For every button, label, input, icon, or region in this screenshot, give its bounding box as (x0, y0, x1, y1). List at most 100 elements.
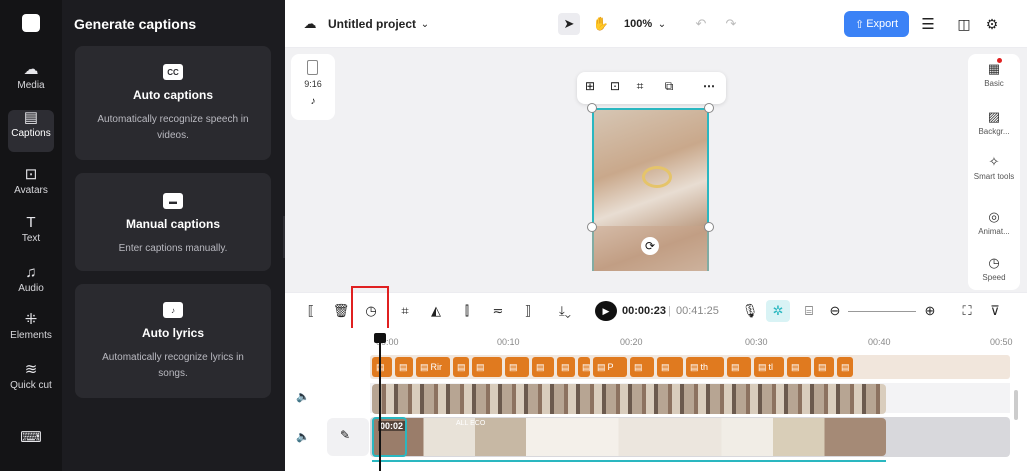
caption-clip[interactable]: ▤ (630, 357, 654, 377)
select-tool-icon[interactable]: ➤ (558, 13, 580, 35)
resize-handle[interactable] (704, 103, 714, 113)
track-audio-icon[interactable]: 🔈 (296, 390, 310, 403)
right-panel-basic[interactable]: ▦ Basic (968, 62, 1020, 89)
caption-clip-icon: ▤ (791, 361, 800, 372)
auto-lyrics-card[interactable]: ♪ Auto lyrics Automatically recognize ly… (75, 284, 271, 398)
right-panel-background[interactable]: ▨ Backgr... (968, 110, 1020, 137)
more-icon[interactable]: ⋯ (698, 79, 720, 97)
time-separator: | (668, 305, 671, 317)
rotate-icon[interactable]: ⟳ (641, 237, 659, 255)
cloud-icon[interactable]: ☁ (300, 14, 320, 34)
rail-item-quick-cut[interactable]: ≋ Quick cut (0, 362, 62, 404)
settings-icon[interactable]: ⚙ (982, 14, 1002, 34)
playhead[interactable] (379, 340, 381, 471)
highlight-box (351, 286, 389, 331)
arrange-icon[interactable]: ⧉ (655, 79, 683, 97)
caption-clip[interactable]: ▤ (787, 357, 811, 377)
delete-icon[interactable]: 🗑 (330, 301, 352, 321)
caption-clip[interactable]: ▤ th (686, 357, 724, 377)
rail-item-avatars[interactable]: ⊡ Avatars (0, 167, 62, 199)
card-title: Manual captions (125, 217, 220, 231)
main-track-audio-icon[interactable]: 🔈 (296, 430, 310, 443)
play-icon[interactable]: ▶ (595, 301, 617, 321)
aspect-ratio-card[interactable]: 9:16 ♪ (291, 54, 335, 120)
playhead-handle[interactable] (374, 333, 386, 343)
caption-clip-icon: ▤ (690, 361, 699, 372)
rail-item-media[interactable]: ☁ Media (0, 62, 62, 94)
right-panel-smart-tools[interactable]: ✧ Smart tools (968, 155, 1020, 182)
overlay-video-clip[interactable] (372, 384, 886, 414)
hand-tool-icon[interactable]: ✋ (590, 13, 612, 35)
rail-item-text[interactable]: T Text (0, 215, 62, 247)
microphone-icon[interactable]: 🎙 (740, 301, 760, 321)
freeze-icon[interactable]: ⫿ (456, 301, 478, 321)
chevron-down-icon[interactable]: ⌄ (418, 14, 432, 34)
caption-clip[interactable]: ▤ (837, 357, 853, 377)
caption-clip-icon: ▤ (509, 361, 518, 372)
captions-toggle-icon[interactable]: ⊽ (986, 301, 1004, 321)
caption-clip[interactable]: ▤ (505, 357, 529, 377)
caption-clip[interactable]: ▤ (727, 357, 751, 377)
caption-clip-icon: ▤ (476, 361, 485, 372)
replace-icon[interactable]: ⊞ (580, 79, 600, 97)
right-panel-speed[interactable]: ◷ Speed (968, 256, 1020, 283)
undo-icon[interactable]: ↶ (692, 14, 710, 34)
current-time: 00:00:23 (622, 305, 667, 317)
right-panel-animation[interactable]: ◎ Animat... (968, 210, 1020, 237)
redo-icon[interactable]: ↷ (722, 14, 740, 34)
main-video-clip[interactable] (372, 418, 886, 456)
link-icon[interactable]: ⌸ (798, 301, 820, 321)
resize-handle[interactable] (587, 222, 597, 232)
app-logo[interactable] (22, 14, 40, 32)
fullscreen-icon[interactable]: ⛶ (958, 301, 976, 321)
panel-toggle-icon[interactable]: ◫ (954, 14, 974, 34)
crop-icon[interactable]: ⌗ (630, 79, 650, 97)
rail-item-keyboard[interactable]: ⌨ (0, 430, 62, 452)
caption-clip-icon: ▤ (661, 361, 670, 372)
manual-captions-card[interactable]: ▬ Manual captions Enter captions manuall… (75, 173, 271, 271)
animation-icon: ◎ (988, 209, 1000, 224)
elements-icon: ⁜ (24, 311, 38, 328)
timeline-scrollbar[interactable] (1014, 390, 1018, 420)
caption-clip[interactable]: ▤ (532, 357, 554, 377)
ruler[interactable] (374, 332, 1014, 348)
download-icon[interactable]: ⤓⌄ (550, 301, 580, 321)
zoom-out-icon[interactable]: ⊖ (826, 301, 844, 321)
zoom-level[interactable]: 100% (624, 14, 652, 34)
layers-icon[interactable]: ☰ (918, 14, 938, 34)
panel-title: Generate captions (74, 16, 197, 32)
caption-clip[interactable]: ▤ (657, 357, 683, 377)
caption-clip[interactable]: ▤ (578, 357, 590, 377)
rail-item-label: Audio (18, 283, 44, 294)
caption-clip[interactable]: ▤ (395, 357, 413, 377)
split-icon[interactable]: ⟦ (300, 301, 322, 321)
caption-clip[interactable]: ▤ (814, 357, 834, 377)
caption-clip[interactable]: ▤ (472, 357, 502, 377)
crop-tool-icon[interactable]: ⌗ (394, 301, 416, 321)
trim-icon[interactable]: ⟧ (517, 301, 539, 321)
audio-split-icon[interactable]: ≂ (487, 301, 509, 321)
caption-clip[interactable]: ▤ (372, 357, 392, 377)
mask-icon[interactable]: ⊡ (605, 79, 625, 97)
caption-clip[interactable]: ▤ P (593, 357, 627, 377)
caption-clip[interactable]: ▤ (453, 357, 469, 377)
caption-clip[interactable]: ▤ Rir (416, 357, 450, 377)
auto-captions-card[interactable]: CC Auto captions Automatically recognize… (75, 46, 271, 160)
rail-item-captions[interactable]: ▤ Captions (8, 110, 54, 152)
caption-clip-icon: ▤ (758, 361, 767, 372)
caption-clip[interactable]: ▤ tl (754, 357, 784, 377)
media-icon: ☁ (23, 61, 39, 78)
project-name[interactable]: Untitled project (328, 14, 416, 34)
resize-handle[interactable] (587, 103, 597, 113)
rail-item-audio[interactable]: ♫ Audio (0, 265, 62, 297)
caption-clip[interactable]: ▤ (557, 357, 575, 377)
zoom-in-icon[interactable]: ⊕ (921, 301, 939, 321)
rail-item-elements[interactable]: ⁜ Elements (0, 312, 62, 344)
magnet-icon[interactable]: ✲ (766, 300, 790, 322)
resize-handle[interactable] (704, 222, 714, 232)
zoom-slider[interactable] (848, 311, 916, 312)
edit-cover-icon[interactable]: ✎ (340, 428, 354, 442)
export-button[interactable]: ⇧ Export (844, 11, 909, 37)
flip-icon[interactable]: ◭ (425, 301, 447, 321)
zoom-chevron-icon[interactable]: ⌄ (656, 14, 668, 34)
